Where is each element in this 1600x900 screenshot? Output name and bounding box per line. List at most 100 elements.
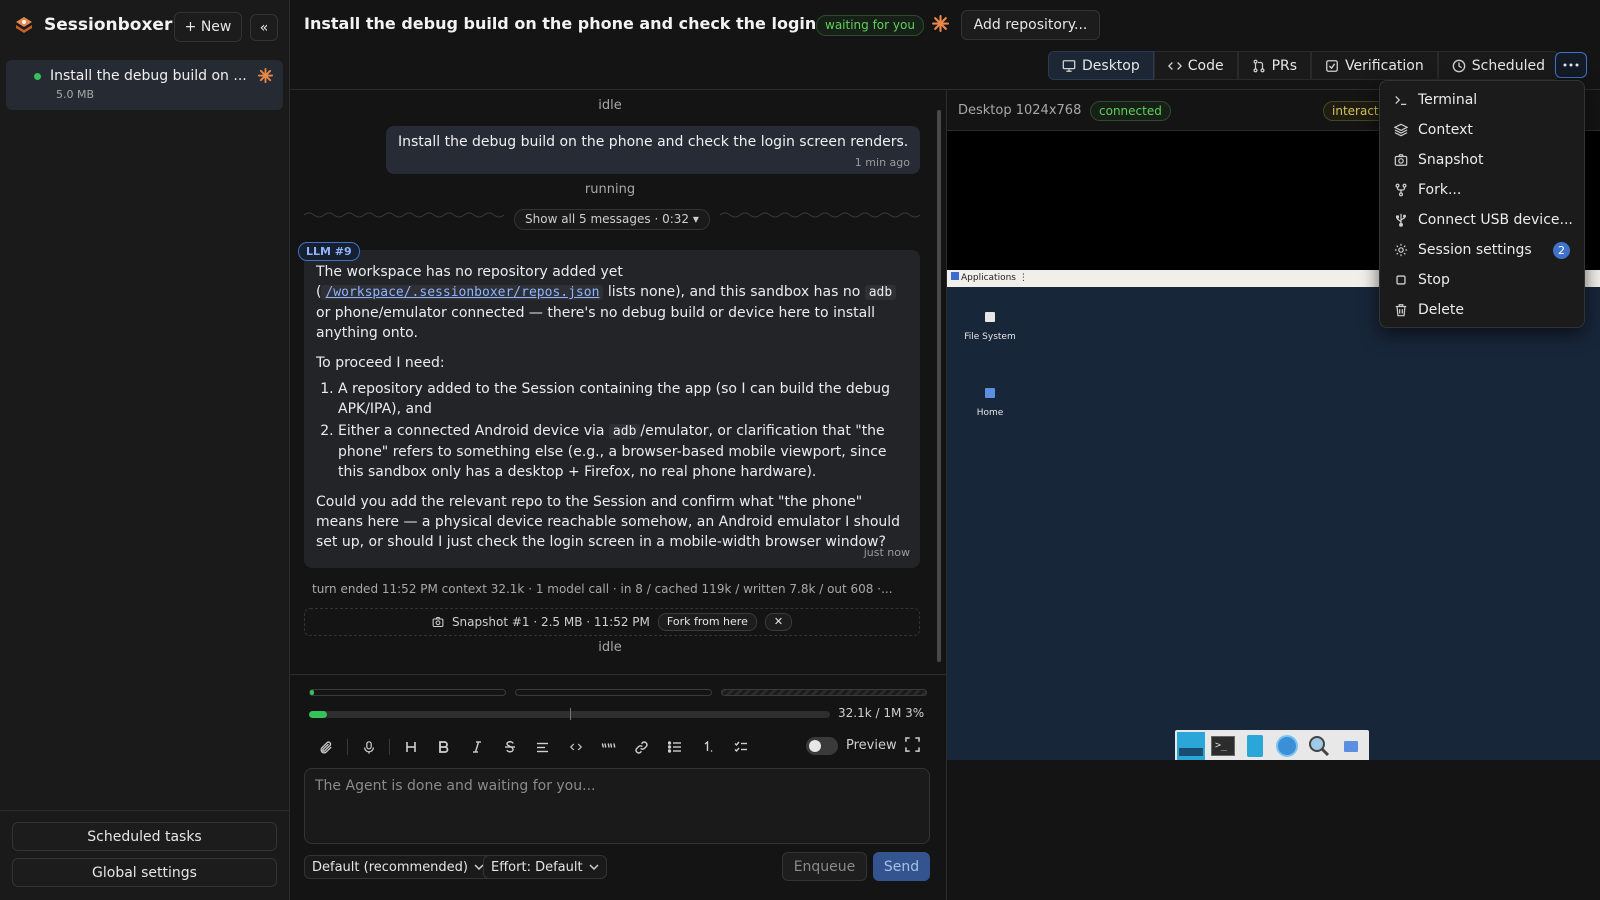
view-tabs: Desktop Code PRs Verification Scheduled [1048, 51, 1559, 80]
tab-verification[interactable]: Verification [1311, 51, 1438, 80]
heading-button[interactable] [394, 736, 427, 758]
page-title: Install the debug build on the phone and… [304, 14, 841, 33]
llm-call-tag[interactable]: LLM #9 [298, 242, 360, 261]
preview-toggle[interactable] [806, 737, 838, 755]
checklist-button[interactable] [724, 736, 757, 758]
search-icon[interactable] [1305, 732, 1333, 760]
context-usage-marker [570, 708, 571, 720]
fork-from-here-button[interactable]: Fork from here [657, 613, 757, 631]
spark-icon [258, 68, 273, 83]
enqueue-button[interactable]: Enqueue [782, 852, 867, 881]
menu-item-context[interactable]: Context [1380, 115, 1584, 145]
format-toolbar [310, 736, 757, 758]
desktop-dock: >_ [1175, 730, 1369, 760]
inline-code: adb [864, 285, 897, 300]
voice-button[interactable] [352, 736, 385, 758]
agent-text: or phone/emulator connected — there's no… [316, 305, 875, 341]
more-options-menu: Terminal Context Snapshot Fork... Connec… [1379, 80, 1585, 328]
collapse-sidebar-button[interactable]: « [250, 14, 278, 41]
new-session-button[interactable]: + New [174, 12, 242, 42]
layers-icon [1394, 123, 1408, 137]
menu-item-snapshot[interactable]: Snapshot [1380, 145, 1584, 175]
snapshot-label: Snapshot #1 · 2.5 MB · 11:52 PM [451, 615, 650, 629]
close-snapshot-button[interactable]: ✕ [764, 613, 793, 631]
link-button[interactable] [625, 736, 658, 758]
menu-item-label: Terminal [1418, 92, 1478, 108]
inline-code: adb [608, 424, 641, 439]
composer-divider [290, 674, 946, 675]
tab-prs[interactable]: PRs [1237, 51, 1312, 80]
message-input[interactable] [304, 768, 930, 844]
italic-button[interactable] [460, 736, 493, 758]
agent-message: The workspace has no repository added ye… [304, 250, 920, 568]
agent-paragraph: To proceed I need: [316, 355, 445, 371]
status-running: running [584, 182, 636, 197]
user-message: Install the debug build on the phone and… [386, 126, 920, 174]
agent-message-time: just now [863, 546, 910, 559]
file-manager-icon[interactable] [1241, 732, 1269, 760]
remote-desktop-screen[interactable]: Applications ⋮ File System Home >_ [947, 270, 1600, 760]
menu-item-session-settings[interactable]: Session settings 2 [1380, 235, 1584, 265]
code-block-button[interactable] [592, 736, 625, 758]
bold-button[interactable] [427, 736, 460, 758]
desktop-icon-file-system[interactable]: File System [960, 312, 1020, 342]
list-item: Either a connected Android device via ad… [338, 421, 908, 482]
tab-label: PRs [1271, 57, 1298, 74]
menu-item-delete[interactable]: Delete [1380, 295, 1584, 325]
fullscreen-icon[interactable] [905, 737, 920, 752]
align-button[interactable] [526, 736, 559, 758]
menu-item-stop[interactable]: Stop [1380, 265, 1584, 295]
usage-segment [309, 689, 506, 696]
global-settings-button[interactable]: Global settings [12, 858, 277, 887]
logo-icon [16, 17, 32, 33]
add-repository-button[interactable]: Add repository... [961, 10, 1100, 40]
menu-item-terminal[interactable]: Terminal [1380, 85, 1584, 115]
effort-select[interactable]: Effort: Default [483, 855, 607, 879]
camera-icon [432, 616, 444, 628]
clock-icon [1452, 59, 1466, 72]
tab-code[interactable]: Code [1153, 51, 1238, 80]
chat-panel: idle Install the debug build on the phon… [290, 90, 946, 674]
italic-icon [472, 741, 481, 753]
bold-icon [439, 741, 449, 753]
model-select[interactable]: Default (recommended) [304, 855, 492, 879]
chevron-down-icon [589, 864, 599, 870]
xfce-icon [951, 272, 959, 280]
scheduled-tasks-button[interactable]: Scheduled tasks [12, 822, 277, 851]
tab-label: Scheduled [1471, 57, 1545, 74]
menu-item-fork[interactable]: Fork... [1380, 175, 1584, 205]
paperclip-icon [320, 740, 332, 753]
bullet-list-button[interactable] [658, 736, 691, 758]
menu-item-connect-usb[interactable]: Connect USB device... [1380, 205, 1584, 235]
app-name: Sessionboxer [44, 15, 173, 35]
desktop-icon-label: File System [964, 332, 1016, 342]
link-icon [635, 740, 648, 754]
tab-label: Verification [1345, 57, 1424, 74]
usage-segment-fill [310, 690, 314, 695]
repos-json-link[interactable]: /workspace/.sessionboxer/repos.json [321, 285, 604, 300]
send-button[interactable]: Send [873, 852, 930, 881]
align-icon [537, 742, 548, 752]
code-icon [569, 743, 582, 751]
folder-icon[interactable] [1337, 732, 1365, 760]
browser-icon[interactable] [1273, 732, 1301, 760]
terminal-icon[interactable]: >_ [1209, 732, 1237, 760]
show-all-messages-button[interactable]: Show all 5 messages · 0:32 ▾ [514, 209, 710, 230]
preview-label: Preview [846, 738, 897, 753]
interact-badge[interactable]: interact [1323, 101, 1388, 121]
desktop-icon-home[interactable]: Home [960, 388, 1020, 418]
strikethrough-button[interactable] [493, 736, 526, 758]
inline-code-button[interactable] [559, 736, 592, 758]
effort-select-value: Effort: Default [491, 859, 583, 875]
chat-scrollbar[interactable] [937, 110, 941, 662]
numbered-list-button[interactable] [691, 736, 724, 758]
desktop-resolution-label: Desktop 1024x768 [958, 103, 1082, 118]
tab-scheduled[interactable]: Scheduled [1437, 51, 1559, 80]
terminal-icon [1395, 96, 1407, 106]
agent-list: A repository added to the Session contai… [338, 379, 908, 482]
show-desktop-icon[interactable] [1177, 732, 1205, 760]
tab-desktop[interactable]: Desktop [1048, 51, 1154, 80]
attach-button[interactable] [310, 736, 343, 758]
more-options-button[interactable] [1555, 52, 1587, 78]
session-item[interactable]: Install the debug build on ... 5.0 MB [6, 60, 283, 110]
